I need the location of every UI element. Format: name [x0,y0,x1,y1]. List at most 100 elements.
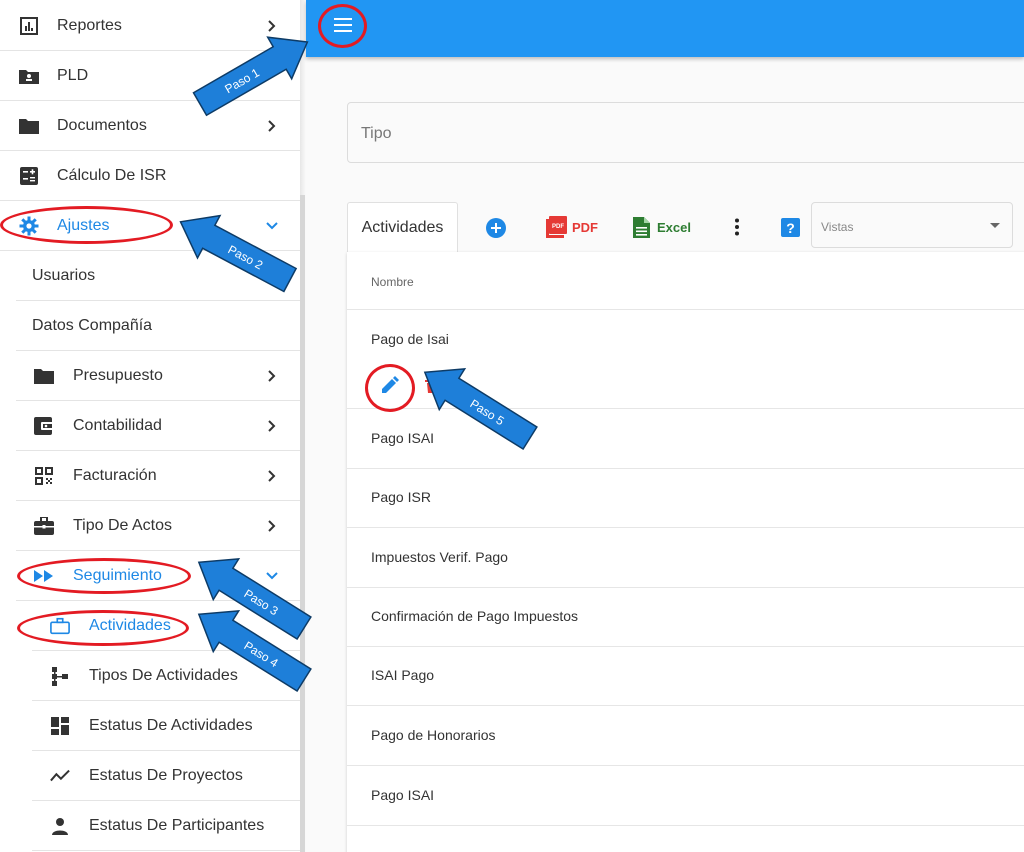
row-name: Pago de Isai [371,331,449,347]
sidebar-scrollbar[interactable] [300,195,305,852]
sidebar-item-ajustes[interactable]: Ajustes [0,201,300,251]
sidebar-item-actividades[interactable]: Actividades [32,601,300,651]
table-row[interactable]: Pago ISAI [347,766,1024,826]
sidebar-item-label: Presupuesto [73,366,163,384]
export-pdf-button[interactable]: PDF PDF [546,216,598,238]
vistas-label: Vistas [821,220,854,234]
sidebar-item-label: Tipos De Actividades [89,666,238,684]
fast-forward-icon [34,566,54,586]
help-button[interactable]: ? [781,218,800,240]
briefcase-icon [34,516,54,536]
sidebar-item-calculo-isr[interactable]: Cálculo De ISR [0,151,300,201]
sidebar-item-label: Usuarios [32,266,96,284]
sidebar-item-label: Seguimiento [73,566,162,584]
calculator-icon [19,166,39,186]
hierarchy-icon [50,666,70,686]
sidebar-item-label: Datos Compañía [32,316,153,334]
sidebar-item-tipos-actividades[interactable]: Tipos De Actividades [32,651,300,701]
table-row[interactable]: Pago ISAI [347,409,1024,469]
sidebar-item-facturacion[interactable]: Facturación [16,451,300,501]
tipo-label: Tipo [361,125,392,142]
chevron-down-icon [266,570,278,582]
table-header-row: Nombre [347,252,1024,310]
chevron-down-icon [266,220,278,232]
row-name: ISAI Pago [371,667,435,683]
column-header-nombre[interactable]: Nombre [371,275,414,289]
sidebar-item-usuarios[interactable]: Usuarios [16,251,300,301]
chevron-right-icon [266,469,278,482]
app-root: Reportes PLD Documentos Cálculo De ISR A… [0,0,1024,852]
more-vertical-icon [734,218,740,239]
table-row[interactable]: Pago de Honorarios [347,706,1024,766]
pdf-label: PDF [572,219,598,235]
more-options-button[interactable] [734,218,740,239]
row-name: Impuestos Verif. Pago [371,549,508,565]
chevron-right-icon [266,19,278,32]
table-row[interactable]: Impuestos Verif. Pago [347,528,1024,588]
row-name: Pago de Honorarios [371,727,496,743]
gear-icon [19,216,39,236]
sidebar-item-documentos[interactable]: Documentos [0,101,300,151]
hamburger-menu-icon [334,17,352,37]
sidebar-item-label: Estatus De Actividades [89,716,253,734]
row-name: Pago ISR [371,489,431,505]
pdf-file-icon: PDF [546,216,568,238]
tipo-select[interactable]: Tipo [347,102,1024,163]
qr-code-icon [34,466,54,486]
menu-button[interactable] [330,14,356,40]
table-row[interactable]: ISAI Pago [347,647,1024,706]
sidebar-item-label: Estatus De Proyectos [89,766,243,784]
chevron-right-icon [266,119,278,132]
sidebar-item-seguimiento[interactable]: Seguimiento [16,551,300,601]
chevron-right-icon [266,419,278,432]
dropdown-caret-icon [990,223,1000,228]
tab-actividades[interactable]: Actividades [347,202,458,252]
wallet-icon [34,416,54,436]
table-row[interactable]: Pago de Isai [347,310,1024,409]
edit-button[interactable] [381,376,399,399]
add-button[interactable] [486,218,506,241]
sidebar-item-reportes[interactable]: Reportes [0,1,300,51]
svg-text:PDF: PDF [552,224,564,230]
sidebar-item-estatus-actividades[interactable]: Estatus De Actividades [32,701,300,751]
dashboard-icon [50,716,70,736]
tab-label: Actividades [361,218,444,236]
sidebar-item-estatus-proyectos[interactable]: Estatus De Proyectos [32,751,300,801]
export-excel-button[interactable]: Excel [633,217,691,238]
row-name: Pago ISAI [371,787,435,803]
sidebar-item-label: Facturación [73,466,157,484]
chevron-right-icon [266,369,278,382]
folder-icon [19,116,39,136]
trash-icon [425,379,439,397]
delete-button[interactable] [425,379,439,398]
top-app-bar [306,0,1024,57]
pencil-icon [381,376,399,398]
chevron-right-icon [266,519,278,532]
table-row[interactable]: Pago ISR [347,469,1024,528]
sidebar-item-presupuesto[interactable]: Presupuesto [16,351,300,401]
sidebar-item-contabilidad[interactable]: Contabilidad [16,401,300,451]
sidebar-item-label: Tipo De Actos [73,516,173,534]
sidebar-item-tipo-actos[interactable]: Tipo De Actos [16,501,300,551]
contact-folder-icon [19,66,39,86]
row-name: Confirmación de Pago Impuestos [371,608,578,624]
sidebar: Reportes PLD Documentos Cálculo De ISR A… [0,0,300,852]
vistas-select[interactable]: Vistas [811,202,1013,248]
table-row[interactable]: Confirmación de Pago Impuestos [347,588,1024,647]
add-circle-icon [486,218,506,241]
sidebar-item-label: Reportes [57,16,122,34]
svg-text:?: ? [786,220,795,236]
sidebar-item-pld[interactable]: PLD [0,51,300,101]
sidebar-item-label: Ajustes [57,216,110,234]
sidebar-item-estatus-participantes[interactable]: Estatus De Participantes [32,801,300,851]
spreadsheet-file-icon [633,217,650,238]
briefcase-outline-icon [50,616,70,636]
bar-chart-icon [19,16,39,36]
folder-icon [34,366,54,386]
sidebar-item-label: Estatus De Participantes [89,816,265,834]
sidebar-item-label: Contabilidad [73,416,162,434]
sidebar-item-datos-compania[interactable]: Datos Compañía [16,301,300,351]
help-icon: ? [781,218,800,240]
trend-line-icon [50,766,70,786]
excel-label: Excel [657,220,691,235]
